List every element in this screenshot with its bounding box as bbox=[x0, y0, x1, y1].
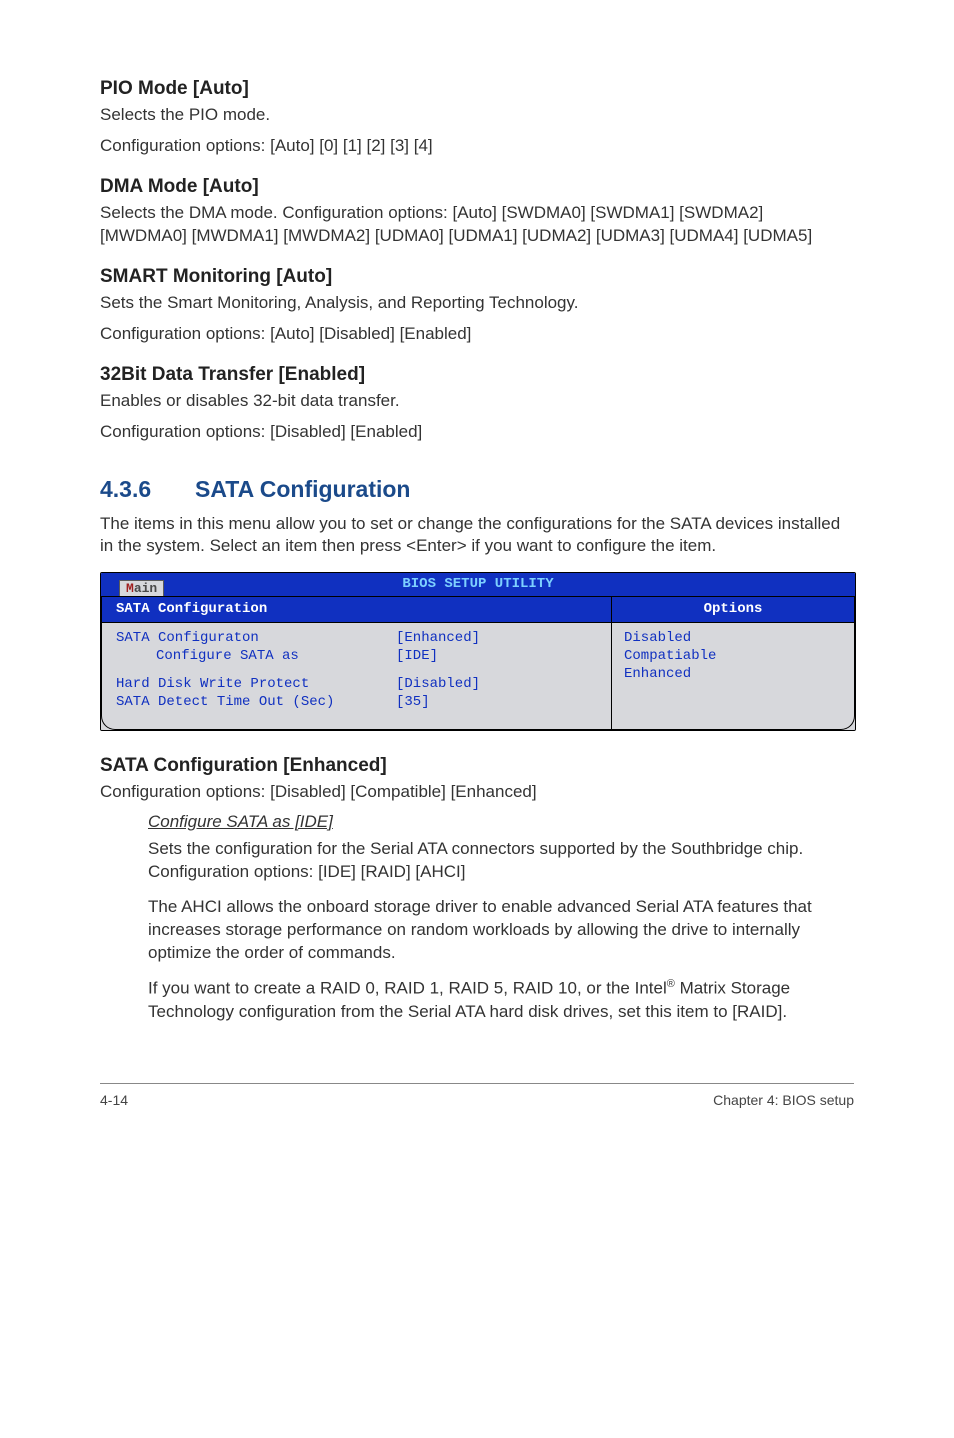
bios-row-sata-configuration: SATA Configuraton [Enhanced] bbox=[116, 629, 599, 647]
bios-option-disabled: Disabled bbox=[624, 629, 844, 647]
bios-right-pane: Options Disabled Compatiable Enhanced bbox=[612, 597, 855, 730]
bios-tab-hotkey: M bbox=[126, 581, 134, 596]
text-transfer-line2: Configuration options: [Disabled] [Enabl… bbox=[100, 421, 854, 444]
bios-label: Configure SATA as bbox=[116, 647, 396, 665]
bios-tab-main: Main bbox=[119, 580, 164, 596]
bios-label: Hard Disk Write Protect bbox=[116, 675, 396, 693]
bios-option-enhanced: Enhanced bbox=[624, 665, 844, 683]
bios-left-pane: SATA Configuration SATA Configuraton [En… bbox=[101, 597, 612, 730]
heading-32bit-transfer: 32Bit Data Transfer [Enabled] bbox=[100, 364, 854, 386]
bios-label: SATA Configuraton bbox=[116, 629, 396, 647]
text-transfer-line1: Enables or disables 32-bit data transfer… bbox=[100, 390, 854, 413]
registered-mark: ® bbox=[667, 978, 675, 990]
text-configure-sata-p3: If you want to create a RAID 0, RAID 1, … bbox=[148, 977, 854, 1024]
bios-title-text: BIOS SETUP UTILITY bbox=[402, 576, 553, 592]
text-p3-part-a: If you want to create a RAID 0, RAID 1, … bbox=[148, 979, 667, 998]
bios-value: [Disabled] bbox=[396, 675, 599, 693]
text-dma-line1: Selects the DMA mode. Configuration opti… bbox=[100, 202, 854, 248]
bios-option-compatiable: Compatiable bbox=[624, 647, 844, 665]
bios-value: [Enhanced] bbox=[396, 629, 599, 647]
footer-page-number: 4-14 bbox=[100, 1092, 128, 1108]
text-smart-line1: Sets the Smart Monitoring, Analysis, and… bbox=[100, 292, 854, 315]
bios-tab-rest: ain bbox=[134, 581, 157, 596]
heading-dma-mode: DMA Mode [Auto] bbox=[100, 176, 854, 198]
footer-chapter-title: Chapter 4: BIOS setup bbox=[713, 1092, 854, 1108]
heading-pio-mode: PIO Mode [Auto] bbox=[100, 78, 854, 100]
heading-sata-configuration-enhanced: SATA Configuration [Enhanced] bbox=[100, 755, 854, 777]
subheading-configure-sata-as-ide: Configure SATA as [IDE] bbox=[148, 812, 854, 832]
text-sata-conf-options: Configuration options: [Disabled] [Compa… bbox=[100, 781, 854, 804]
bios-title-bar: BIOS SETUP UTILITY Main bbox=[101, 573, 855, 597]
text-configure-sata-p1: Sets the configuration for the Serial AT… bbox=[148, 838, 854, 884]
text-pio-line1: Selects the PIO mode. bbox=[100, 104, 854, 127]
section-number: 4.3.6 bbox=[100, 476, 195, 503]
bios-row-sata-detect-timeout: SATA Detect Time Out (Sec) [35] bbox=[116, 693, 599, 711]
bios-value: [35] bbox=[396, 693, 599, 711]
bios-left-header: SATA Configuration bbox=[102, 597, 611, 622]
text-pio-line2: Configuration options: [Auto] [0] [1] [2… bbox=[100, 135, 854, 158]
text-configure-sata-p2: The AHCI allows the onboard storage driv… bbox=[148, 896, 854, 965]
bios-value: [IDE] bbox=[396, 647, 599, 665]
bios-setup-panel: BIOS SETUP UTILITY Main SATA Configurati… bbox=[100, 572, 856, 731]
bios-right-header: Options bbox=[612, 597, 854, 622]
text-smart-line2: Configuration options: [Auto] [Disabled]… bbox=[100, 323, 854, 346]
bios-row-configure-sata-as: Configure SATA as [IDE] bbox=[116, 647, 599, 665]
page-footer: 4-14 Chapter 4: BIOS setup bbox=[100, 1083, 854, 1108]
text-436-intro: The items in this menu allow you to set … bbox=[100, 513, 854, 559]
bios-label: SATA Detect Time Out (Sec) bbox=[116, 693, 396, 711]
heading-smart-monitoring: SMART Monitoring [Auto] bbox=[100, 266, 854, 288]
heading-436-sata-configuration: 4.3.6SATA Configuration bbox=[100, 476, 854, 503]
bios-row-hd-write-protect: Hard Disk Write Protect [Disabled] bbox=[116, 675, 599, 693]
section-title: SATA Configuration bbox=[195, 476, 410, 502]
